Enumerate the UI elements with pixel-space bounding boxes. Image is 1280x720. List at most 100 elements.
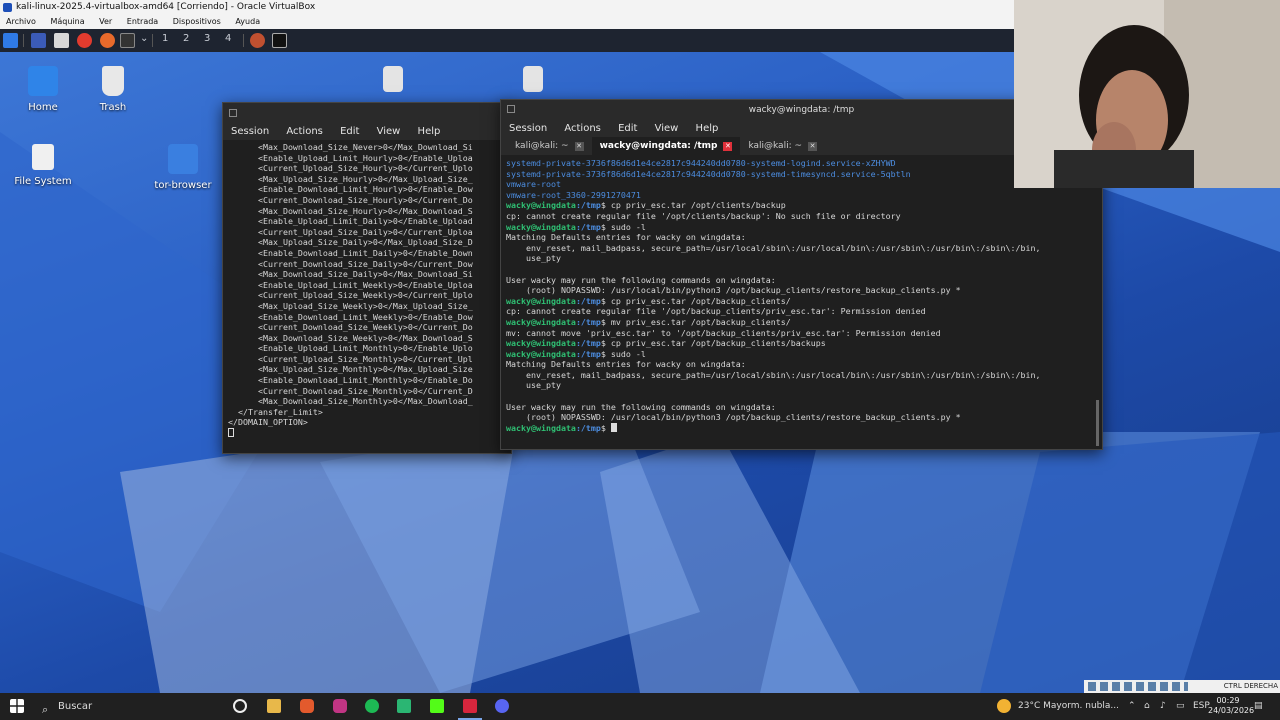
terminal-line: <Current_Download_Size_Daily>0</Current_… [228, 258, 473, 269]
workspace-2[interactable]: 2 [183, 33, 189, 44]
terminal-line: use_pty [506, 380, 561, 391]
virtualbox-taskbar-icon[interactable] [463, 699, 477, 713]
kick-icon[interactable] [430, 699, 444, 713]
terminal-line: <Enable_Download_Limit_Monthly>0</Enable… [228, 375, 473, 386]
desktop-icon-trash[interactable]: Trash [73, 66, 153, 113]
menu-ayuda[interactable]: Ayuda [235, 17, 260, 26]
terminal-left-output[interactable]: <Max_Download_Size_Never>0</Max_Download… [223, 140, 511, 439]
terminal-scrollbar[interactable] [1096, 400, 1099, 446]
device-status-icons[interactable] [1088, 682, 1188, 691]
desktop-icon-home[interactable]: Home [3, 66, 83, 113]
terminal-right-titlebar[interactable]: wacky@wingdata: /tmp [501, 100, 1102, 120]
terminal-left-menubar: Session Actions Edit View Help [223, 123, 511, 140]
window-menu-icon[interactable] [229, 109, 237, 117]
window-menu-icon[interactable] [507, 105, 515, 113]
terminal-line: <Enable_Download_Limit_Weekly>0</Enable_… [228, 311, 473, 322]
terminal-line: <Enable_Upload_Limit_Monthly>0</Enable_U… [228, 343, 473, 354]
windows-start-icon[interactable] [10, 699, 24, 713]
terminal-line: <Enable_Upload_Limit_Hourly>0</Enable_Up… [228, 152, 473, 163]
terminal-line: wacky@wingdata:/tmp$ sudo -l [506, 221, 646, 232]
volume-icon[interactable]: ♪ [1160, 693, 1166, 720]
terminal-line: systemd-private-3736f86d6d1e4ce2817c9442… [506, 168, 911, 179]
menu-archivo[interactable]: Archivo [6, 17, 36, 26]
file-manager-icon[interactable] [54, 33, 69, 48]
tray-chevron-icon[interactable]: ⌃ [1128, 693, 1136, 720]
taskbar-firefox-icon[interactable] [250, 33, 265, 48]
show-desktop-icon[interactable] [31, 33, 46, 48]
document-icon [383, 66, 403, 92]
workspace-3[interactable]: 3 [204, 33, 210, 44]
discord-icon[interactable] [495, 699, 509, 713]
cortana-icon[interactable] [233, 699, 247, 713]
terminal-line: <Max_Upload_Size_Hourly>0</Max_Upload_Si… [228, 173, 473, 184]
terminal-line: (root) NOPASSWD: /usr/local/bin/python3 … [506, 285, 961, 296]
terminal-line: <Current_Upload_Size_Weekly>0</Current_U… [228, 290, 473, 301]
terminal-line: systemd-private-3736f86d6d1e4ce2817c9442… [506, 158, 896, 168]
whatsapp-icon[interactable] [397, 699, 411, 713]
menu-edit[interactable]: Edit [340, 126, 359, 137]
terminal-line: Matching Defaults entries for wacky on w… [506, 359, 746, 370]
battery-icon[interactable]: ▭ [1176, 693, 1185, 720]
workspace-1[interactable]: 1 [162, 33, 168, 44]
notifications-icon[interactable]: ▤ [1254, 693, 1263, 720]
file-explorer-icon[interactable] [267, 699, 281, 713]
tab-wacky-wingdata[interactable]: wacky@wingdata: /tmp ✕ [591, 137, 741, 155]
instagram-icon[interactable] [333, 699, 347, 713]
terminal-left-titlebar[interactable] [223, 103, 511, 123]
menu-edit[interactable]: Edit [618, 123, 637, 134]
document-icon [523, 66, 543, 92]
terminal-line: </DOMAIN_OPTION> [228, 417, 308, 428]
tab-kali-1[interactable]: kali@kali: ~ ✕ [507, 137, 592, 155]
menu-help[interactable]: Help [696, 123, 719, 134]
menu-entrada[interactable]: Entrada [127, 17, 158, 26]
network-icon[interactable]: ⌂ [1144, 693, 1150, 720]
menu-actions[interactable]: Actions [286, 126, 323, 137]
firefox-icon[interactable] [100, 33, 115, 48]
taskbar-search[interactable]: ⌕ Buscar [36, 697, 216, 716]
desktop-icon-tor-browser[interactable]: tor-browser [143, 144, 223, 191]
menu-session[interactable]: Session [231, 126, 269, 137]
menu-maquina[interactable]: Máquina [50, 17, 84, 26]
terminal-line: <Max_Upload_Size_Monthly>0</Max_Upload_S… [228, 364, 473, 375]
chevron-down-icon[interactable]: ⌄ [140, 33, 148, 44]
close-icon[interactable]: ✕ [574, 142, 584, 151]
terminal-line: User wacky may run the following command… [506, 401, 776, 412]
menu-actions[interactable]: Actions [564, 123, 601, 134]
terminal-line: (root) NOPASSWD: /usr/local/bin/python3 … [506, 412, 961, 423]
clock[interactable]: 00:29 24/03/2026 [1208, 696, 1254, 716]
taskbar-terminal-icon[interactable] [272, 33, 287, 48]
workspace-4[interactable]: 4 [225, 33, 231, 44]
terminal-window-right[interactable]: wacky@wingdata: /tmp Session Actions Edi… [500, 99, 1103, 450]
terminal-right-output[interactable]: systemd-private-3736f86d6d1e4ce2817c9442… [501, 155, 1102, 433]
terminal-window-left[interactable]: Session Actions Edit View Help <Max_Down… [222, 102, 512, 454]
tab-kali-2[interactable]: kali@kali: ~ ✕ [740, 137, 825, 155]
terminal-line: <Max_Upload_Size_Weekly>0</Max_Upload_Si… [228, 300, 473, 311]
menu-view[interactable]: View [377, 126, 401, 137]
menu-dispositivos[interactable]: Dispositivos [173, 17, 221, 26]
close-icon[interactable]: ✕ [723, 142, 733, 151]
desktop-icon-file-1[interactable] [353, 66, 433, 98]
spotify-icon[interactable] [365, 699, 379, 713]
search-icon: ⌕ [42, 703, 49, 716]
terminal-line: <Enable_Upload_Limit_Daily>0</Enable_Upl… [228, 216, 473, 227]
weather-text[interactable]: 23°C Mayorm. nubla... [1018, 693, 1119, 720]
terminal-icon[interactable] [120, 33, 135, 48]
menu-ver[interactable]: Ver [99, 17, 112, 26]
desktop-icon-file-system[interactable]: File System [3, 144, 83, 187]
menu-help[interactable]: Help [418, 126, 441, 137]
kali-menu-icon[interactable] [3, 33, 18, 48]
terminal-line: wacky@wingdata:/tmp$ cp priv_esc.tar /op… [506, 200, 786, 211]
terminal-line: wacky@wingdata:/tmp$ cp priv_esc.tar /op… [506, 295, 791, 306]
terminal-line: vmware-root [506, 179, 561, 190]
terminal-line: wacky@wingdata:/tmp$ cp priv_esc.tar /op… [506, 338, 826, 349]
terminal-line: vmware-root_3360-2991270471 [506, 189, 641, 200]
terminal-line: wacky@wingdata:/tmp$ [506, 422, 1102, 434]
terminal-line: <Enable_Download_Limit_Daily>0</Enable_D… [228, 247, 473, 258]
menu-view[interactable]: View [655, 123, 679, 134]
close-icon[interactable]: ✕ [808, 142, 818, 151]
menu-session[interactable]: Session [509, 123, 547, 134]
brave-icon[interactable] [300, 699, 314, 713]
webcam-person [1014, 0, 1280, 188]
browser-icon[interactable] [77, 33, 92, 48]
desktop-icon-file-2[interactable] [493, 66, 573, 98]
